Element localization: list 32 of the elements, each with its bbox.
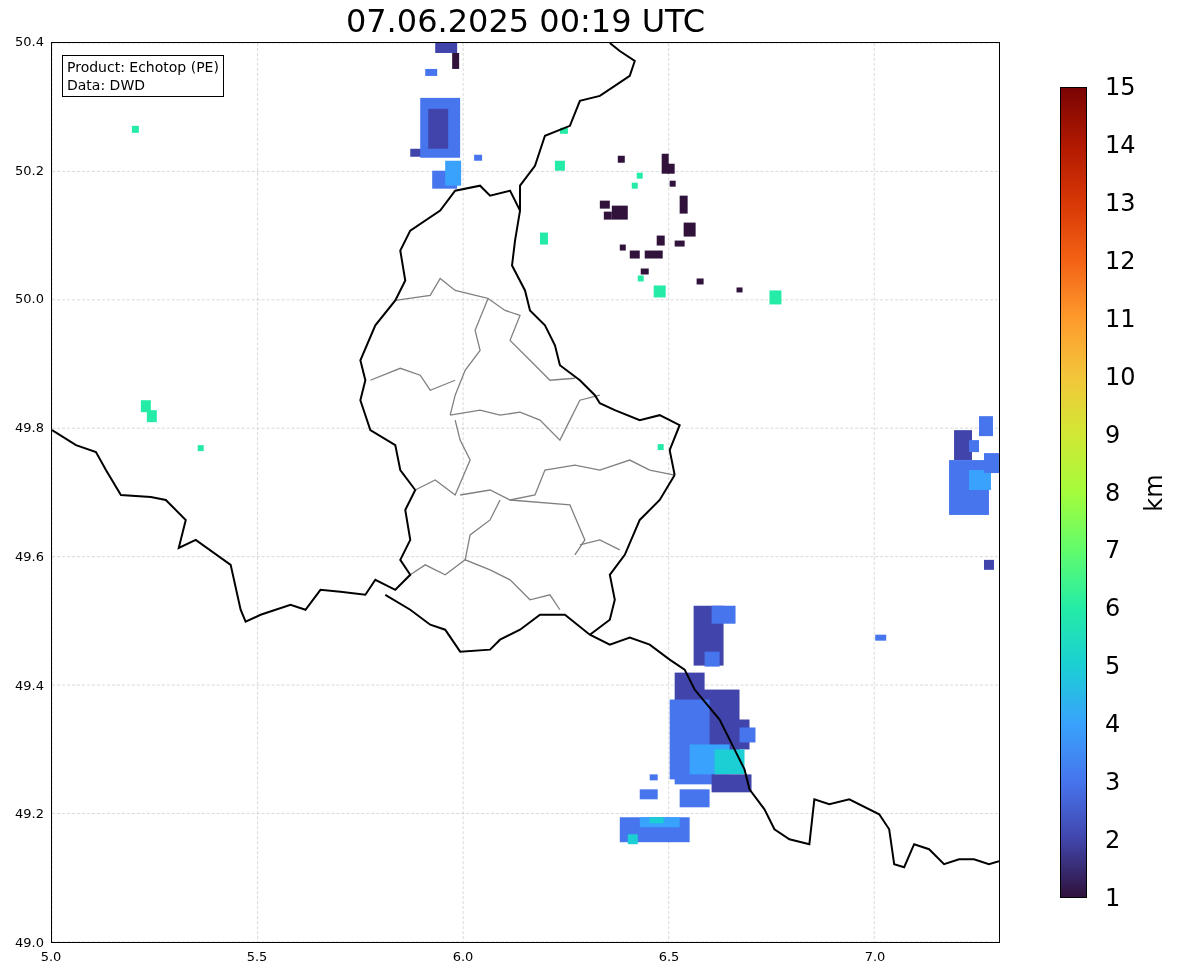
axis-tick-label: 6.0 [452,949,474,964]
colorbar-tick-label: 4 [1105,710,1121,739]
colorbar-tick-label: 2 [1105,826,1121,855]
axis-tick-label: 49.2 [15,805,44,824]
info-text: Product: Echotop (PE) [67,58,219,76]
colorbar-tick-label: 7 [1105,536,1121,565]
colorbar-tick-label: 12 [1105,246,1136,275]
axis-tick-label: 5.5 [246,949,268,964]
colorbar-tick-label: 13 [1105,188,1136,217]
colorbar-tick-label: 8 [1105,478,1121,507]
colorbar-label: km [1139,473,1168,512]
chart-title: 07.06.2025 00:19 UTC [345,2,706,40]
axis-tick-label: 50.2 [15,161,44,180]
colorbar-tick-label: 3 [1105,768,1121,797]
colorbar-tick-label: 10 [1105,362,1136,391]
colorbar-tick-label: 6 [1105,594,1121,623]
info-text: Data: DWD [67,76,146,94]
axis-tick-label: 7.0 [864,949,886,964]
colorbar-tick-label: 11 [1105,304,1136,333]
colorbar-tick-label: 1 [1105,884,1121,912]
axis-tick-label: 50.4 [15,33,44,51]
axis-tick-label: 49.6 [15,547,44,566]
axis-tick-label: 49.0 [15,933,44,952]
colorbar-tick-label: 15 [1105,73,1136,101]
colorbar-tick-label: 9 [1105,420,1121,449]
axis-tick-label: 5.0 [40,949,62,964]
axis-tick-label: 50.0 [15,290,44,309]
axis-tick-label: 49.8 [15,419,44,438]
colorbar-tick-label: 5 [1105,652,1121,681]
axis-tick-label: 6.5 [658,949,680,964]
colorbar-tick-label: 14 [1105,130,1136,159]
axis-tick-label: 49.4 [15,676,44,695]
